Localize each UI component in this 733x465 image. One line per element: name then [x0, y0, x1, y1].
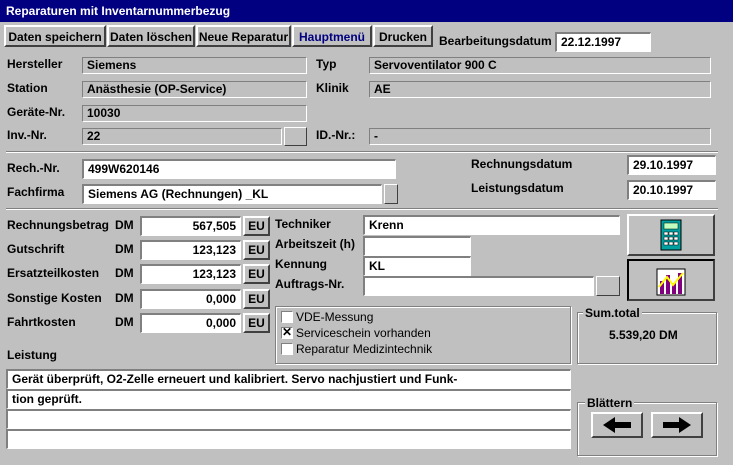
new-repair-button[interactable]: Neue Reparatur [196, 25, 291, 47]
fachfirma-dropdown-button[interactable] [384, 184, 398, 204]
print-button[interactable]: Drucken [373, 25, 433, 47]
vde-checkbox[interactable] [281, 311, 293, 323]
leistung-label: Leistung [7, 348, 57, 362]
typ-label: Typ [316, 57, 337, 71]
rech-label: Rech.-Nr. [7, 161, 60, 175]
inv-lookup-button[interactable] [284, 127, 307, 146]
auftrag-label: Auftrags-Nr. [275, 277, 345, 291]
navigation-label: Blättern [585, 396, 635, 410]
inv-label: Inv.-Nr. [7, 128, 47, 142]
currency-label: DM [115, 291, 134, 305]
arrow-right-icon [663, 417, 691, 433]
currency-label: DM [115, 315, 134, 329]
medizintechnik-checkbox[interactable] [281, 343, 293, 355]
geraete-field: 10030 [82, 105, 307, 122]
leistungsdatum-field[interactable]: 20.10.1997 [627, 180, 716, 200]
eu-button-sonstige[interactable]: EU [243, 289, 270, 309]
delete-button[interactable]: Daten löschen [107, 25, 195, 47]
cost-label-gutschrift: Gutschrift [7, 242, 65, 256]
inv-field: 22 [82, 128, 282, 145]
currency-label: DM [115, 266, 134, 280]
cost-field-sonstige[interactable]: 0,000 [140, 289, 241, 309]
rech-field[interactable]: 499W620146 [82, 159, 396, 179]
auftrag-lookup-button[interactable] [596, 276, 620, 296]
kennung-field[interactable]: KL [363, 256, 471, 276]
leistungsdatum-label: Leistungsdatum [471, 181, 564, 195]
edit-date-field[interactable]: 22.12.1997 [555, 32, 651, 52]
separator-1 [6, 151, 718, 153]
hersteller-field: Siemens [82, 57, 307, 74]
eu-button-ersatzteilkosten[interactable]: EU [243, 264, 270, 284]
arbeitszeit-field[interactable] [363, 236, 471, 256]
leistung-line-1[interactable]: Gerät überprüft, O2-Zelle erneuert und k… [6, 369, 571, 389]
previous-record-button[interactable] [591, 412, 643, 438]
leistung-line-3[interactable] [6, 409, 571, 429]
next-record-button[interactable] [651, 412, 703, 438]
cost-field-fahrtkosten[interactable]: 0,000 [140, 313, 241, 333]
medizintechnik-checkbox-label: Reparatur Medizintechnik [296, 342, 433, 356]
kennung-label: Kennung [275, 257, 327, 271]
leistung-line-2[interactable]: tion geprüft. [6, 389, 571, 409]
edit-date-label: Bearbeitungsdatum [439, 34, 552, 48]
fachfirma-field[interactable]: Siemens AG (Rechnungen) _KL [82, 184, 382, 204]
separator-2 [6, 208, 718, 210]
fachfirma-label: Fachfirma [7, 185, 65, 199]
leistung-line-4[interactable] [6, 429, 571, 449]
cost-label-ersatzteilkosten: Ersatzteilkosten [7, 266, 100, 280]
rechnungsdatum-field[interactable]: 29.10.1997 [627, 155, 716, 175]
calculator-button[interactable] [627, 214, 715, 256]
save-button[interactable]: Daten speichern [4, 25, 106, 47]
hersteller-label: Hersteller [7, 57, 63, 71]
cost-field-rechnungsbetrag[interactable]: 567,505 [140, 216, 241, 236]
eu-button-fahrtkosten[interactable]: EU [243, 313, 270, 333]
techniker-field[interactable]: Krenn [363, 215, 620, 235]
cost-label-fahrtkosten: Fahrtkosten [7, 315, 76, 329]
auftrag-field[interactable] [363, 276, 594, 296]
sum-total-label: Sum.total [583, 306, 642, 320]
klinik-field: AE [369, 81, 711, 98]
vde-checkbox-label: VDE-Messung [296, 310, 374, 324]
arrow-left-icon [603, 417, 631, 433]
arbeitszeit-label: Arbeitszeit (h) [275, 237, 356, 251]
currency-label: DM [115, 242, 134, 256]
rechnungsdatum-label: Rechnungsdatum [471, 157, 573, 171]
cost-field-gutschrift[interactable]: 123,123 [140, 240, 241, 260]
station-field: Anästhesie (OP-Service) [82, 81, 307, 98]
main-menu-button[interactable]: Hauptmenü [292, 25, 372, 47]
station-label: Station [7, 81, 48, 95]
klinik-label: Klinik [316, 81, 349, 95]
calculator-icon [660, 219, 682, 251]
statistics-button[interactable] [627, 259, 715, 301]
cost-label-sonstige: Sonstige Kosten [7, 291, 102, 305]
eu-button-gutschrift[interactable]: EU [243, 240, 270, 260]
eu-button-rechnungsbetrag[interactable]: EU [243, 216, 270, 236]
currency-label: DM [115, 218, 134, 232]
cost-field-ersatzteilkosten[interactable]: 123,123 [140, 264, 241, 284]
sum-total-value: 5.539,20 DM [609, 328, 678, 342]
window-title: Reparaturen mit Inventarnummerbezug [0, 0, 733, 22]
techniker-label: Techniker [275, 217, 331, 231]
serviceschein-checkbox[interactable]: ✕ [281, 326, 293, 339]
id-field: - [369, 128, 711, 145]
serviceschein-checkbox-label: Serviceschein vorhanden [296, 326, 431, 340]
cost-label-rechnungsbetrag: Rechnungsbetrag [7, 218, 110, 232]
id-label: ID.-Nr.: [316, 128, 356, 142]
typ-field: Servoventilator 900 C [369, 57, 711, 74]
geraete-label: Geräte-Nr. [7, 105, 66, 119]
bar-chart-icon [656, 268, 686, 296]
